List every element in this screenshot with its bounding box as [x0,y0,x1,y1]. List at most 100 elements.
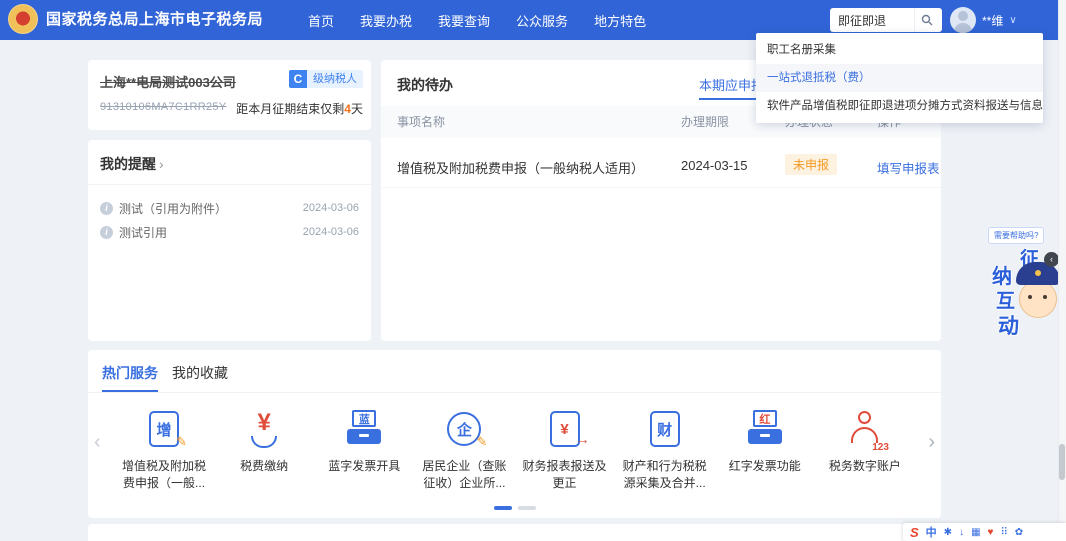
search-input[interactable] [830,13,914,27]
pagination-dot[interactable] [518,506,536,510]
reminder-text: 测试（引用为附件） [119,200,303,217]
service-tax-payment[interactable]: ¥ 税费缴纳 [214,408,314,492]
input-method-toolbar[interactable]: S 中 ✱ ↓ ▦ ♥ ⠿ ✿ [903,523,1066,541]
nav-item-home[interactable]: 首页 [308,11,334,30]
reminder-item[interactable]: i 测试引用 2024-03-06 [100,222,359,242]
bottom-card-partial [88,524,941,541]
service-label: 税务数字账户 [815,458,915,475]
mascot-char: 互 [996,286,1015,313]
company-card: 上海**电局测试003公司 C 级纳税人 91310106MA7C1RR25Y … [88,60,371,130]
ime-tool-icon[interactable]: ⠿ [1000,527,1007,538]
app-title: 国家税务总局上海市电子税务局 [46,0,263,40]
taxpayer-grade-badge[interactable]: C 级纳税人 [289,70,363,88]
financial-report-icon: ¥ → [543,408,587,452]
company-name: 上海**电局测试003公司 [100,72,236,91]
todo-item-name: 增值税及附加税费申报（一般纳税人适用） [397,158,644,177]
mascot-collapse-button[interactable]: ‹ [1044,252,1059,267]
ime-tool-icon[interactable]: ✱ [944,527,952,538]
service-property-behavior-tax[interactable]: 财 财产和行为税税源采集及合并... [615,408,715,492]
service-label: 蓝字发票开具 [314,458,414,475]
service-label: 居民企业（查账征收）企业所... [414,458,514,492]
service-resident-enterprise[interactable]: 企 ✎ 居民企业（查账征收）企业所... [414,408,514,492]
service-label: 红字发票功能 [715,458,815,475]
search-suggestions-dropdown: 职工名册采集 一站式退抵税（费） 软件产品增值税即征即退进项分摊方式资料报送与信… [756,33,1043,123]
reminder-text: 测试引用 [119,224,303,241]
mascot-face [1016,262,1060,318]
property-tax-icon: 财 [643,408,687,452]
search-icon[interactable] [914,8,938,32]
service-vat-declaration[interactable]: 增 ✎ 增值税及附加税费申报（一般... [114,408,214,492]
countdown-days: 4 [344,102,351,116]
scrollbar-thumb[interactable] [1059,444,1065,480]
tab-my-favorites[interactable]: 我的收藏 [172,363,228,383]
service-label: 财产和行为税税源采集及合并... [615,458,715,492]
service-blue-invoice[interactable]: 蓝 蓝字发票开具 [314,408,414,492]
todo-deadline: 2024-03-15 [681,158,748,173]
mascot-char: 纳 [992,260,1012,289]
reminders-card: 我的提醒› i 测试（引用为附件） 2024-03-06 i 测试引用 2024… [88,140,371,341]
carousel-next-icon[interactable]: › [928,432,935,452]
todos-title: 我的待办 [397,75,453,95]
arrow-icon: → [576,431,590,447]
info-icon: i [100,202,113,215]
grade-label: 级纳税人 [307,70,363,88]
reminder-item[interactable]: i 测试（引用为附件） 2024-03-06 [100,198,359,218]
header-search[interactable] [830,8,942,32]
arrow-right-icon: › [159,156,164,172]
reminder-date: 2024-03-06 [303,202,359,214]
vat-declaration-icon: 增 ✎ [142,408,186,452]
service-digital-account[interactable]: 123 税务数字账户 [815,408,915,492]
grade-letter: C [289,70,307,88]
ime-mode-chinese[interactable]: 中 [926,524,937,540]
filing-deadline-countdown: 距本月征期结束仅剩4天 [236,100,363,117]
carousel-prev-icon[interactable]: ‹ [94,432,101,452]
divider [88,184,371,185]
status-badge: 未申报 [785,154,837,175]
nav-item-local-features[interactable]: 地方特色 [594,11,646,30]
info-icon: i [100,226,113,239]
column-header-deadline: 办理期限 [681,106,729,138]
user-name[interactable]: **维 [982,12,1003,29]
avatar[interactable] [950,7,976,33]
pagination-dot-active[interactable] [494,506,512,510]
divider [88,392,941,393]
service-red-invoice[interactable]: 红 红字发票功能 [715,408,815,492]
resident-enterprise-icon: 企 ✎ [442,408,486,452]
ime-tool-icon[interactable]: ↓ [959,527,964,538]
tab-current-period-declarations[interactable]: 本期应申报 [699,75,764,94]
nav-item-public-services[interactable]: 公众服务 [516,11,568,30]
digital-account-icon: 123 [843,408,887,452]
sogou-logo-icon[interactable]: S [910,525,919,540]
ime-tool-icon[interactable]: ▦ [971,527,980,538]
carousel-pagination [88,506,941,510]
tax-bureau-logo-icon [8,4,38,34]
search-suggestion-3[interactable]: 软件产品增值税即征即退进项分摊方式资料报送与信息采集 [756,92,1043,120]
pencil-icon: ✎ [477,434,488,450]
reminder-date: 2024-03-06 [303,226,359,238]
services-card: 热门服务 我的收藏 ‹ › 增 ✎ 增值税及附加税费申报（一般... ¥ 税费缴… [88,350,941,518]
services-row: 增 ✎ 增值税及附加税费申报（一般... ¥ 税费缴纳 蓝 蓝字发票开具 企 ✎… [114,408,915,492]
table-row: 增值税及附加税费申报（一般纳税人适用） 2024-03-15 未申报 填写申报表 [381,144,941,188]
reminders-title[interactable]: 我的提醒› [100,154,164,174]
search-suggestion-1[interactable]: 职工名册采集 [756,36,1043,64]
blue-invoice-icon: 蓝 [342,408,386,452]
red-invoice-icon: 红 [743,408,787,452]
tax-payment-icon: ¥ [242,408,286,452]
ime-tool-icon[interactable]: ✿ [1015,527,1023,538]
help-tooltip[interactable]: 需要帮助吗? [988,227,1044,244]
chevron-down-icon[interactable]: ∨ [1009,15,1016,26]
main-nav: 首页 我要办税 我要查询 公众服务 地方特色 [308,0,646,40]
nav-item-tax-services[interactable]: 我要办税 [360,11,412,30]
service-financial-report[interactable]: ¥ → 财务报表报送及更正 [515,408,615,492]
taxpayer-id: 91310106MA7C1RR25Y [100,101,226,113]
fill-declaration-link[interactable]: 填写申报表 [877,158,940,177]
nav-item-inquiry[interactable]: 我要查询 [438,11,490,30]
search-suggestion-2-active[interactable]: 一站式退抵税（费） [756,64,1043,92]
service-label: 财务报表报送及更正 [515,458,615,492]
tab-hot-services[interactable]: 热门服务 [102,363,158,383]
ime-tool-icon[interactable]: ♥ [988,527,994,538]
service-label: 增值税及附加税费申报（一般... [114,458,214,492]
pencil-icon: ✎ [176,434,187,450]
column-header-item-name: 事项名称 [397,106,445,138]
service-label: 税费缴纳 [214,458,314,475]
